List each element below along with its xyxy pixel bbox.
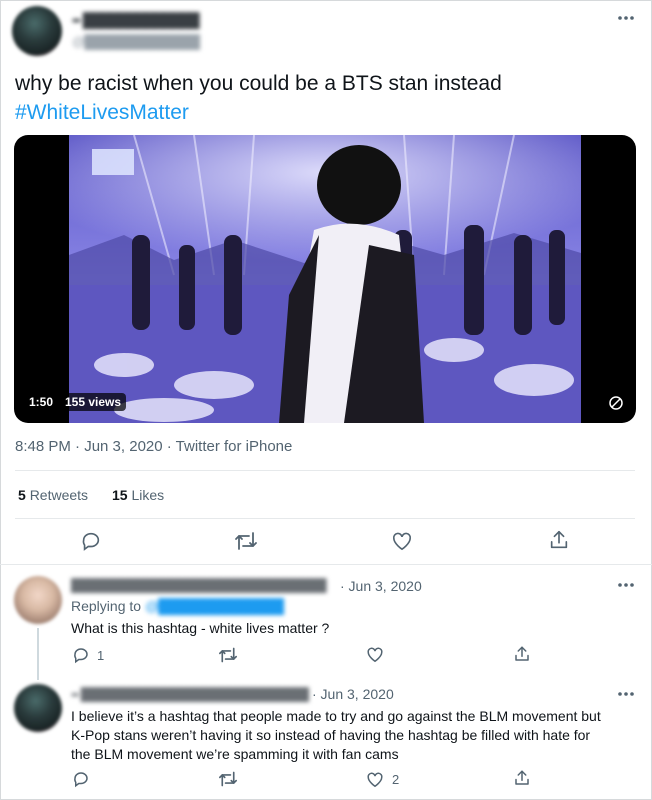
replying-handle[interactable]: @██████████████ bbox=[145, 598, 284, 614]
share-icon[interactable] bbox=[513, 769, 531, 787]
likes-stat[interactable]: 15 Likes bbox=[112, 487, 164, 503]
reply-date[interactable]: · Jun 3, 2020 bbox=[312, 686, 394, 702]
reply-avatar[interactable] bbox=[14, 684, 62, 732]
reply-count: 1 bbox=[97, 648, 105, 663]
likes-count: 15 bbox=[112, 487, 128, 503]
retweets-label: Retweets bbox=[29, 487, 89, 503]
thread-line bbox=[37, 628, 39, 680]
more-horizontal-icon[interactable] bbox=[616, 579, 636, 591]
divider bbox=[15, 518, 635, 519]
more-horizontal-icon[interactable] bbox=[616, 12, 636, 24]
replying-to: Replying to @██████████████ bbox=[71, 598, 284, 614]
divider bbox=[0, 564, 652, 565]
share-icon[interactable] bbox=[548, 529, 570, 551]
replying-label: Replying to bbox=[71, 598, 142, 614]
video-duration: 1:50 bbox=[24, 393, 59, 411]
reply-text-line: the BLM movement we’re spamming it with … bbox=[71, 746, 399, 762]
reply-text-line: K-Pop stans weren’t having it so instead… bbox=[71, 727, 591, 743]
reply-icon[interactable] bbox=[72, 770, 90, 788]
like-icon[interactable] bbox=[391, 531, 413, 551]
reply-text-line: I believe it’s a hashtag that people mad… bbox=[71, 708, 601, 724]
reply-icon[interactable] bbox=[72, 646, 90, 664]
author-name[interactable]: •• █████████████ bbox=[72, 12, 200, 28]
retweet-icon[interactable] bbox=[218, 646, 238, 664]
like-count: 2 bbox=[392, 772, 400, 787]
retweets-stat[interactable]: 5 Retweets bbox=[18, 487, 88, 503]
share-icon[interactable] bbox=[513, 645, 531, 663]
reply-author-name[interactable]: ███████████████████████████████ bbox=[71, 578, 336, 593]
video-thumbnail bbox=[69, 135, 581, 423]
tweet-timestamp[interactable]: 8:48 PM · Jun 3, 2020 · Twitter for iPho… bbox=[15, 438, 292, 455]
reply-date[interactable]: · Jun 3, 2020 bbox=[340, 578, 422, 594]
mute-icon[interactable] bbox=[607, 394, 625, 412]
retweet-icon[interactable] bbox=[218, 770, 238, 788]
hashtag-link[interactable]: #WhiteLivesMatter bbox=[15, 101, 189, 125]
divider bbox=[15, 470, 635, 471]
reply-author-name[interactable]: •• ████████████████████████████ bbox=[71, 687, 309, 702]
author-handle[interactable]: @██████████████ bbox=[72, 34, 200, 49]
retweets-count: 5 bbox=[18, 487, 26, 503]
author-avatar[interactable] bbox=[12, 6, 62, 56]
reply-text: I believe it’s a hashtag that people mad… bbox=[71, 707, 601, 764]
reply-text: What is this hashtag - white lives matte… bbox=[71, 620, 330, 636]
likes-label: Likes bbox=[131, 487, 165, 503]
reply-avatar[interactable] bbox=[14, 576, 62, 624]
more-horizontal-icon[interactable] bbox=[616, 688, 636, 700]
reply-icon[interactable] bbox=[80, 530, 102, 552]
tweet-text: why be racist when you could be a BTS st… bbox=[15, 72, 502, 95]
retweet-icon[interactable] bbox=[234, 530, 258, 552]
like-icon[interactable] bbox=[366, 771, 384, 788]
video-views: 155 views bbox=[60, 393, 127, 411]
video-player[interactable] bbox=[14, 135, 636, 423]
like-icon[interactable] bbox=[366, 646, 384, 663]
